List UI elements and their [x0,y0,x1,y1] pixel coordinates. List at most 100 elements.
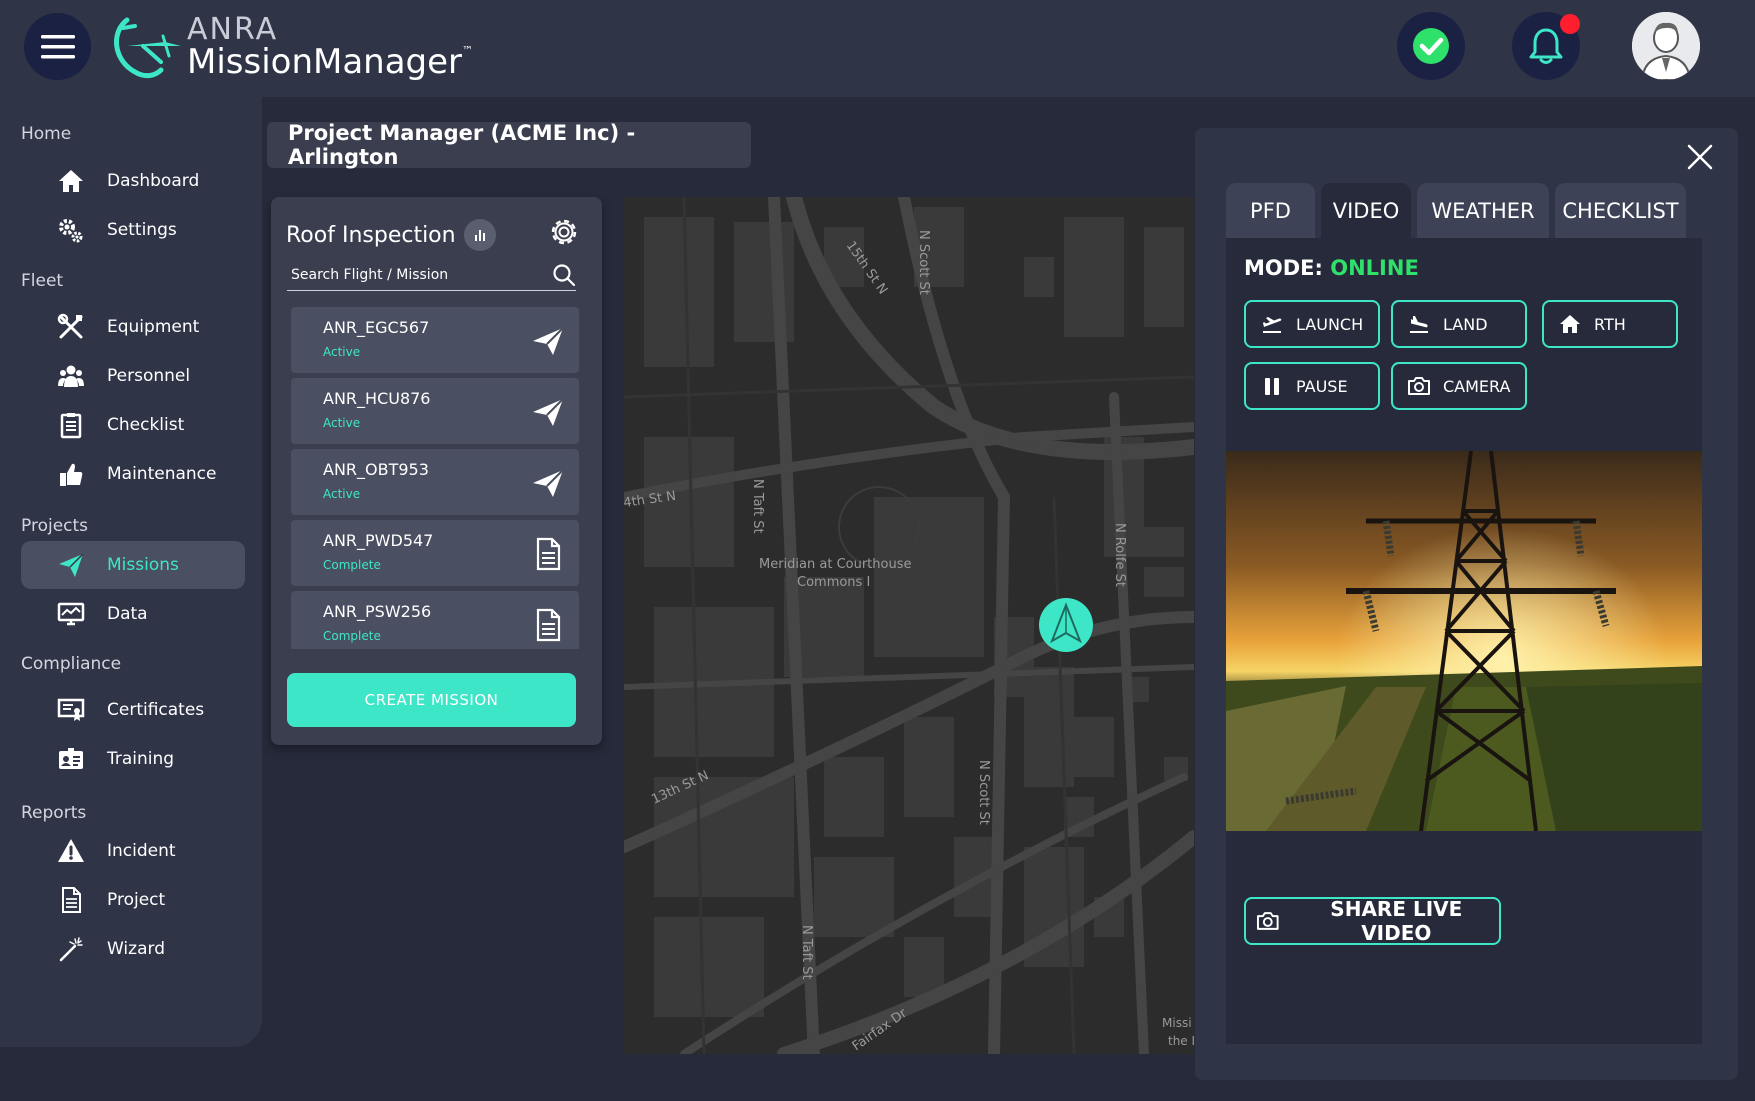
tab-video[interactable]: VIDEO [1321,183,1411,239]
clipboard-icon [60,413,82,439]
bell-icon [1529,28,1563,64]
thumbs-up-icon [60,463,83,486]
map-view[interactable]: 15th St N N Scott St 4th St N N Taft St … [624,197,1194,1054]
sidebar-section-projects: Projects [21,516,89,536]
warning-icon [58,839,84,862]
mode-label: MODE: [1244,256,1323,280]
system-status-button[interactable] [1397,12,1465,80]
drone-marker-icon[interactable] [1039,598,1093,652]
sidebar-item-label: Project [107,890,166,910]
paper-plane-icon [533,327,564,355]
close-icon[interactable] [1685,142,1715,172]
tab-checklist[interactable]: CHECKLIST [1555,183,1686,239]
document-icon [536,537,561,571]
sidebar-item-data[interactable]: Data [21,590,245,638]
mission-stats-button[interactable] [463,219,496,251]
sidebar-item-label: Personnel [107,366,191,386]
search-input[interactable] [291,262,541,288]
paper-plane-icon [59,553,84,577]
page-title: Project Manager (ACME Inc) - Arlington [267,121,751,169]
pause-button[interactable]: PAUSE [1244,362,1380,410]
camera-button[interactable]: CAMERA [1391,362,1527,410]
sidebar-item-dashboard[interactable]: Dashboard [21,157,245,205]
landing-icon [1410,316,1428,333]
mode-status: MODE: ONLINE [1244,256,1419,280]
sidebar-item-certificates[interactable]: Certificates [21,686,245,734]
search-icon[interactable] [552,263,576,287]
flight-item[interactable]: ANR_EGC567 Active [291,307,579,373]
sidebar: Home Dashboard Settings Fleet Equipment … [0,97,262,1047]
home-icon [1560,315,1580,333]
hamburger-menu-button[interactable] [24,13,91,80]
sidebar-item-equipment[interactable]: Equipment [21,303,245,351]
map-label-place-line2: Commons I [797,575,870,590]
sidebar-item-project[interactable]: Project [21,876,245,924]
user-avatar[interactable] [1632,12,1700,80]
document-icon [62,887,81,913]
camera-icon [1256,912,1279,930]
sidebar-item-missions[interactable]: Missions [21,541,245,589]
flight-status: Complete [323,558,381,572]
mission-title: Roof Inspection [286,222,456,248]
paper-plane-icon [533,469,564,497]
map-label-n-scott-st-bottom: N Scott St [976,760,991,825]
sidebar-section-fleet: Fleet [21,271,64,291]
home-icon [59,170,83,192]
flight-item[interactable]: ANR_HCU876 Active [291,378,579,444]
sidebar-item-settings[interactable]: Settings [21,206,245,254]
sidebar-item-label: Dashboard [107,171,200,191]
camera-icon [1408,377,1430,395]
drone-control-panel: PFD VIDEO WEATHER CHECKLIST MODE: ONLINE… [1195,128,1738,1080]
drone-logo-icon [114,17,181,79]
mission-settings-gear-icon[interactable] [547,215,581,249]
flight-status: Active [323,345,361,359]
flight-status: Active [323,487,361,501]
flight-item[interactable]: ANR_PWD547 Complete [291,520,579,586]
share-live-video-button[interactable]: SHARE LIVE VIDEO [1244,897,1501,945]
sidebar-item-label: Incident [107,841,176,861]
land-label: LAND [1443,314,1488,334]
camera-label: CAMERA [1443,376,1511,396]
pause-icon [1265,378,1279,395]
launch-button[interactable]: LAUNCH [1244,300,1380,348]
sidebar-item-training[interactable]: Training [21,735,245,783]
rth-button[interactable]: RTH [1542,300,1678,348]
check-circle-icon [1413,28,1449,64]
map-label-n-scott-st-top: N Scott St [916,230,931,295]
sidebar-item-label: Certificates [107,700,205,720]
panel-tabs: PFD VIDEO WEATHER CHECKLIST [1226,183,1692,239]
flight-name: ANR_OBT953 [323,460,429,479]
tab-weather[interactable]: WEATHER [1417,183,1549,239]
flight-status: Complete [323,629,381,643]
sidebar-item-maintenance[interactable]: Maintenance [21,450,245,498]
sidebar-section-reports: Reports [21,803,87,823]
live-video-feed[interactable] [1226,451,1702,831]
launch-label: LAUNCH [1296,314,1364,334]
paper-plane-icon [533,398,564,426]
flight-item[interactable]: ANR_PSW256 Complete [291,591,579,649]
sidebar-item-label: Training [107,749,175,769]
tab-pfd[interactable]: PFD [1226,183,1315,239]
certificate-icon [57,698,85,721]
logo-text-anra: ANRA [187,12,279,47]
flight-name: ANR_PSW256 [323,602,432,621]
flight-item[interactable]: ANR_OBT953 Active [291,449,579,515]
notification-badge [1560,14,1580,34]
map-label-place-line1: Meridian at Courthouse [759,557,911,572]
map-label-n-taft-st-top: N Taft St [750,479,765,534]
create-mission-button[interactable]: CREATE MISSION [287,673,576,727]
map-label-n-taft-st-bottom: N Taft St [799,925,814,980]
land-button[interactable]: LAND [1391,300,1527,348]
pause-label: PAUSE [1296,376,1348,396]
app-logo[interactable]: ANRA MissionManager™ [105,12,473,82]
sidebar-item-wizard[interactable]: Wizard [21,925,245,973]
notifications-button[interactable] [1512,12,1580,80]
hamburger-icon [40,34,75,58]
flight-name: ANR_HCU876 [323,389,431,408]
sidebar-section-compliance: Compliance [21,654,122,674]
user-avatar-icon [1632,12,1700,80]
sidebar-item-incident[interactable]: Incident [21,827,245,875]
sidebar-item-checklist[interactable]: Checklist [21,401,245,449]
sidebar-item-personnel[interactable]: Personnel [21,352,245,400]
share-live-video-label: SHARE LIVE VIDEO [1330,897,1463,945]
